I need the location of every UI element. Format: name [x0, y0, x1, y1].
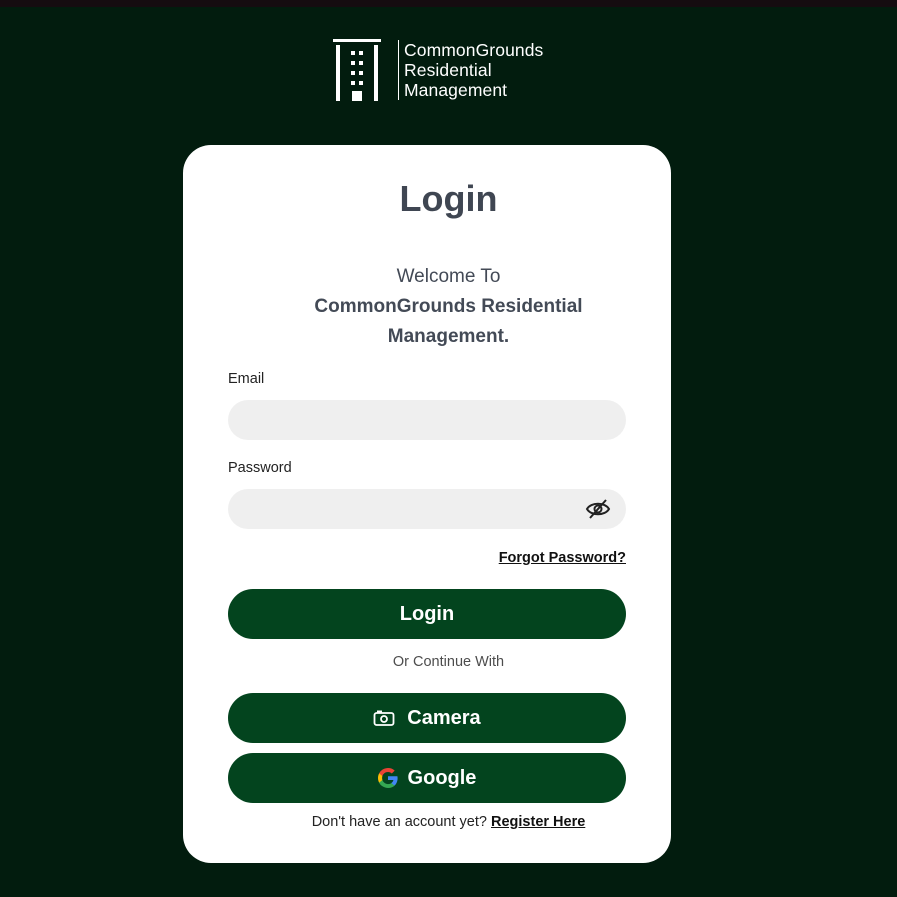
- forgot-password-link[interactable]: Forgot Password?: [499, 550, 626, 566]
- google-icon: [377, 768, 398, 788]
- top-strip: [0, 0, 897, 7]
- welcome-message: Welcome To CommonGrounds Residential Man…: [0, 262, 897, 352]
- welcome-line-2: CommonGrounds Residential: [314, 296, 583, 317]
- email-field[interactable]: [228, 400, 626, 440]
- brand-line-3: Management: [404, 80, 508, 100]
- camera-button-label: Camera: [407, 706, 481, 729]
- or-continue-text: Or Continue With: [392, 654, 505, 670]
- eye-off-icon[interactable]: [585, 497, 611, 521]
- google-button-label: Google: [407, 766, 477, 789]
- camera-button[interactable]: Camera: [228, 693, 626, 743]
- login-button[interactable]: Login: [228, 589, 626, 639]
- brand-logo: CommonGrounds Residential Management: [333, 39, 543, 101]
- welcome-line-3: Management.: [387, 326, 510, 347]
- brand-line-1: CommonGrounds: [404, 40, 544, 60]
- register-prompt: Don't have an account yet? Register Here: [0, 814, 897, 830]
- password-label: Password: [228, 460, 292, 476]
- google-button[interactable]: Google: [228, 753, 626, 803]
- building-icon: [333, 39, 381, 101]
- register-prompt-text: Don't have an account yet?: [311, 814, 487, 830]
- welcome-line-1: Welcome To: [396, 266, 501, 287]
- login-title: Login: [399, 178, 498, 219]
- brand-line-2: Residential: [404, 60, 492, 80]
- email-label: Email: [228, 371, 265, 387]
- password-field[interactable]: [228, 489, 626, 529]
- brand-name: CommonGrounds Residential Management: [404, 40, 543, 100]
- register-link[interactable]: Register Here: [491, 814, 585, 830]
- camera-icon: [373, 710, 395, 726]
- login-button-label: Login: [399, 602, 455, 625]
- brand-divider: [398, 40, 399, 100]
